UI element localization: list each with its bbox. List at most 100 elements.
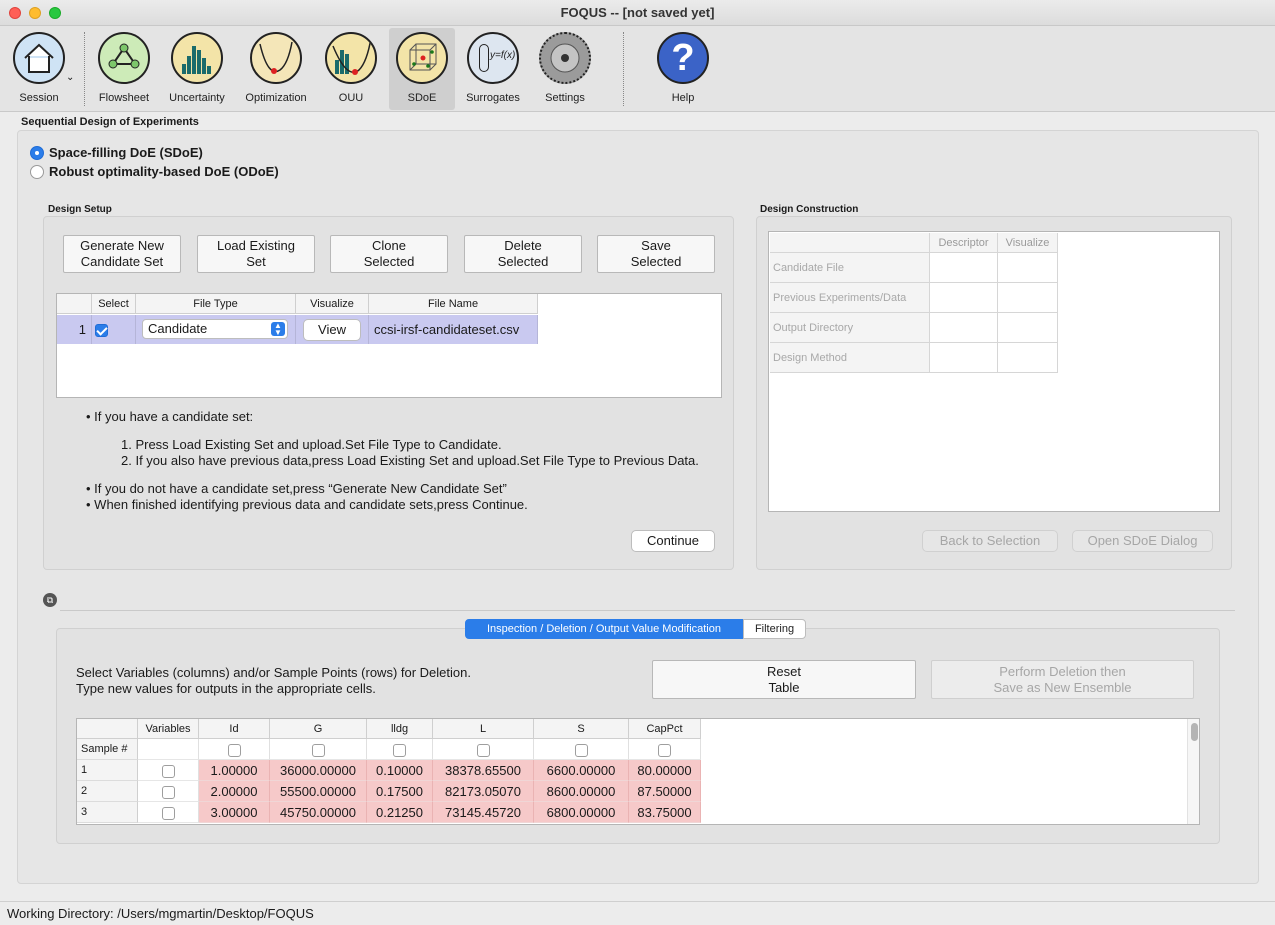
continue-button[interactable]: Continue: [631, 530, 715, 552]
data-cell[interactable]: 55500.00000: [270, 781, 367, 802]
column-delete-checkbox[interactable]: [393, 744, 406, 758]
table-row-number[interactable]: 2: [77, 781, 138, 802]
header-cappct[interactable]: CapPct: [629, 719, 701, 739]
dc-header-visualize: Visualize: [998, 233, 1058, 253]
help-button[interactable]: ? Help: [650, 28, 716, 110]
perform-deletion-button[interactable]: Perform Deletion then Save as New Ensemb…: [931, 660, 1194, 699]
header-s[interactable]: S: [534, 719, 629, 739]
column-delete-checkbox[interactable]: [476, 744, 490, 758]
view-button[interactable]: View: [303, 319, 361, 341]
status-bar: Working Directory: /Users/mgmartin/Deskt…: [0, 901, 1275, 925]
column-delete-checkbox[interactable]: [311, 744, 325, 758]
column-checkbox-cell: [433, 739, 534, 760]
table-row-number[interactable]: 3: [77, 802, 138, 823]
data-cell[interactable]: 6600.00000: [534, 760, 629, 781]
dc-row-label: Previous Experiments/Data: [770, 283, 930, 313]
data-cell[interactable]: 36000.00000: [270, 760, 367, 781]
radio-space-filling[interactable]: Space-filling DoE (SDoE): [30, 145, 203, 160]
session-button[interactable]: Session: [6, 28, 72, 110]
data-cell[interactable]: 82173.05070: [433, 781, 534, 802]
optimization-button[interactable]: Optimization: [243, 28, 309, 110]
select-checkbox[interactable]: [95, 324, 108, 338]
column-checkbox-cell: [629, 739, 701, 760]
header-file-name[interactable]: File Name: [369, 294, 538, 314]
table-row-number[interactable]: 1: [77, 760, 138, 781]
dc-cell: [998, 283, 1058, 313]
row-delete-checkbox[interactable]: [161, 786, 175, 800]
table-row-select-cell: [92, 315, 136, 344]
sdoe-button[interactable]: SDoE: [389, 28, 455, 110]
reset-table-button[interactable]: Reset Table: [652, 660, 916, 699]
data-cell[interactable]: 3.00000: [199, 802, 270, 823]
row-delete-checkbox[interactable]: [161, 765, 175, 779]
table-vertical-scrollbar[interactable]: [1187, 719, 1199, 824]
table-row-file-name[interactable]: ccsi-irsf-candidateset.csv: [369, 315, 538, 344]
uncertainty-button[interactable]: Uncertainty: [164, 28, 230, 110]
data-cell[interactable]: 80.00000: [629, 760, 701, 781]
dc-row-label: Output Directory: [770, 313, 930, 343]
undock-icon[interactable]: ⧉: [43, 593, 57, 607]
dc-cell: [930, 253, 998, 283]
radio-robust-optimality[interactable]: Robust optimality-based DoE (ODoE): [30, 164, 279, 179]
header-lldg[interactable]: lldg: [367, 719, 433, 739]
header-variables[interactable]: Variables: [138, 719, 199, 739]
column-delete-checkbox[interactable]: [227, 744, 241, 758]
header-id[interactable]: Id: [199, 719, 270, 739]
design-construction-table: Descriptor Visualize Candidate File Prev…: [768, 231, 1220, 512]
scrollbar-thumb[interactable]: [1191, 723, 1198, 741]
data-cell[interactable]: 8600.00000: [534, 781, 629, 802]
data-cell[interactable]: 0.17500: [367, 781, 433, 802]
data-cell[interactable]: 45750.00000: [270, 802, 367, 823]
ouu-button[interactable]: OUU: [318, 28, 384, 110]
instruction-line: • If you do not have a candidate set,pre…: [86, 481, 507, 496]
header-visualize[interactable]: Visualize: [296, 294, 369, 314]
header-g[interactable]: G: [270, 719, 367, 739]
minimize-window-button[interactable]: [29, 7, 41, 19]
sdoe-cube-icon: [396, 32, 448, 84]
data-cell[interactable]: 73145.45720: [433, 802, 534, 823]
open-sdoe-dialog-button[interactable]: Open SDoE Dialog: [1072, 530, 1213, 552]
column-delete-checkbox[interactable]: [658, 744, 671, 758]
radio-indicator[interactable]: [30, 164, 44, 179]
column-delete-checkbox[interactable]: [574, 744, 588, 758]
inspection-instruction: Select Variables (columns) and/or Sample…: [76, 665, 471, 680]
surrogates-button[interactable]: y=f(x) Surrogates: [460, 28, 526, 110]
data-cell[interactable]: 83.75000: [629, 802, 701, 823]
data-cell[interactable]: 2.00000: [199, 781, 270, 802]
load-existing-set-button[interactable]: Load Existing Set: [197, 235, 315, 273]
data-cell[interactable]: 6800.00000: [534, 802, 629, 823]
header-file-type[interactable]: File Type: [136, 294, 296, 314]
generate-candidate-set-button[interactable]: Generate New Candidate Set: [63, 235, 181, 273]
data-table-corner: [77, 719, 138, 739]
data-cell[interactable]: 1.00000: [199, 760, 270, 781]
data-cell[interactable]: 0.10000: [367, 760, 433, 781]
help-question-icon: ?: [657, 32, 709, 84]
delete-selected-button[interactable]: Delete Selected: [464, 235, 582, 273]
window-title: FOQUS -- [not saved yet]: [560, 5, 715, 20]
tab-inspection-deletion[interactable]: Inspection / Deletion / Output Value Mod…: [465, 619, 743, 639]
file-type-select[interactable]: Candidate ▲ ▼: [142, 319, 288, 339]
maximize-window-button[interactable]: [49, 7, 61, 19]
back-to-selection-button[interactable]: Back to Selection: [922, 530, 1058, 552]
settings-button[interactable]: Settings: [532, 28, 598, 110]
flowsheet-button[interactable]: Flowsheet: [91, 28, 157, 110]
sample-data-table: Variables Id G lldg L S CapPct Sample # …: [76, 718, 1200, 825]
row-delete-checkbox[interactable]: [161, 807, 175, 821]
splitter-divider[interactable]: [60, 610, 1235, 611]
header-l[interactable]: L: [433, 719, 534, 739]
table-row-number[interactable]: 1: [57, 315, 92, 344]
main-toolbar: Session ⌄ Flowsheet Uncertainty Optimiza…: [0, 26, 1275, 112]
dc-header-descriptor: Descriptor: [930, 233, 998, 253]
chevron-down-icon[interactable]: ⌄: [66, 72, 74, 83]
data-cell[interactable]: 0.21250: [367, 802, 433, 823]
data-cell[interactable]: 87.50000: [629, 781, 701, 802]
window-title-bar: FOQUS -- [not saved yet]: [0, 0, 1275, 26]
clone-selected-button[interactable]: Clone Selected: [330, 235, 448, 273]
radio-indicator[interactable]: [30, 145, 44, 160]
histogram-icon: [171, 32, 223, 84]
tab-filtering[interactable]: Filtering: [743, 619, 806, 639]
save-selected-button[interactable]: Save Selected: [597, 235, 715, 273]
close-window-button[interactable]: [9, 7, 21, 19]
header-select[interactable]: Select: [92, 294, 136, 314]
data-cell[interactable]: 38378.65500: [433, 760, 534, 781]
